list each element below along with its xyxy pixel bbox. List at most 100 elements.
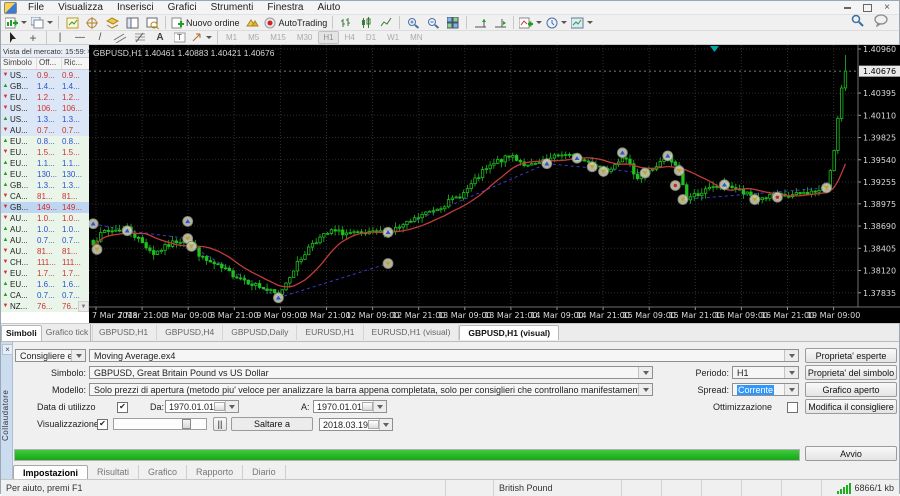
to-date-field[interactable]: 1970.01.01 [313,400,387,413]
data-window-toggle-button[interactable] [122,15,142,30]
chart-tab[interactable]: GBPUSD,Daily [223,325,298,340]
menu-item-visualizza[interactable]: Visualizza [51,2,110,13]
channel-tool-button[interactable] [110,30,130,45]
use-date-checkbox[interactable]: ✔ [117,402,128,413]
timeframe-button-h4[interactable]: H4 [340,31,360,44]
tester-tab-risultati[interactable]: Risultati [88,465,140,480]
tester-tab-impostazioni[interactable]: Impostazioni [13,465,89,480]
slider-thumb[interactable] [182,419,191,429]
market-watch-row[interactable]: ▲ CA... 0.7... 0.7... [1,290,89,301]
timeframe-button-d1[interactable]: D1 [361,31,381,44]
market-watch-row[interactable]: ▲ EU... 1.1... 1.1... [1,158,89,169]
column-symbol[interactable]: Simbolo [1,58,37,69]
market-watch-row[interactable]: ▼ NZ... 76... 76... [1,301,89,312]
trendline-tool-button[interactable]: / [90,30,110,45]
market-watch-row[interactable]: ▲ EU... 1.6... 1.6... [1,279,89,290]
model-combobox[interactable]: Solo prezzi di apertura (metodo piu' vel… [89,383,653,396]
skip-date-field[interactable]: 2018.03.19 [319,418,393,431]
menu-item-finestra[interactable]: Finestra [260,2,310,13]
market-watch-row[interactable]: ▼ CH... 111... 111... [1,257,89,268]
market-watch-row[interactable]: ▲ EU... 130... 130... [1,169,89,180]
market-watch-row[interactable]: ▲ GB... 1.4... 1.4... [1,81,89,92]
timeframe-button-m1[interactable]: M1 [221,31,242,44]
visual-speed-slider[interactable] [113,418,207,430]
modify-expert-button[interactable]: Modifica il consigliere [805,399,897,414]
market-watch-row[interactable]: ▼ EU... 1.2... 1.2... [1,92,89,103]
chart-tab[interactable]: GBPUSD,H4 [157,325,224,340]
menu-item-aiuto[interactable]: Aiuto [310,2,347,13]
text-tool-button[interactable]: A [150,30,170,45]
tile-windows-button[interactable] [443,15,463,30]
tester-tab-diario[interactable]: Diario [243,465,286,480]
market-watch-row[interactable]: ▼ US... 0.9... 0.9... [1,70,89,81]
tester-tab-grafico[interactable]: Grafico [139,465,188,480]
timeframe-button-m5[interactable]: M5 [243,31,264,44]
terminal-toggle-button[interactable] [102,15,122,30]
market-watch-row[interactable]: ▲ EU... 0.8... 0.8... [1,136,89,147]
market-watch-row[interactable]: ▼ EU... 1.5... 1.5... [1,147,89,158]
expert-type-combobox[interactable]: Consigliere esperto [15,349,86,362]
line-chart-mode-button[interactable] [376,15,396,30]
restore-button[interactable] [861,3,873,12]
periods-button[interactable] [544,15,569,30]
close-button[interactable]: × [881,2,893,13]
market-watch-row[interactable]: ▼ US... 106... 106... [1,103,89,114]
crosshair-tool-button[interactable]: + [23,30,43,45]
chart-tab[interactable]: EURUSD,H1 (visual) [364,325,460,340]
templates-button[interactable] [569,15,595,30]
optimization-checkbox[interactable] [787,402,798,413]
market-watch-toggle-button[interactable] [62,15,82,30]
autotrading-button[interactable]: AutoTrading [262,15,330,30]
metaeditor-button[interactable] [242,15,262,30]
timeframe-button-h1[interactable]: H1 [318,31,339,44]
fibonacci-tool-button[interactable] [130,30,150,45]
menu-item-inserisci[interactable]: Inserisci [110,2,161,13]
new-order-button[interactable]: Nuovo ordine [169,15,242,30]
timeframe-button-w1[interactable]: W1 [382,31,404,44]
market-watch-row[interactable]: ▼ AU... 81... 81... [1,246,89,257]
vertical-line-tool-button[interactable]: | [50,30,70,45]
candlestick-mode-button[interactable] [356,15,376,30]
chart-tab[interactable]: EURUSD,H1 [297,325,364,340]
market-watch-row[interactable]: ▼ EU... 1.7... 1.7... [1,268,89,279]
skip-to-button[interactable]: Saltare a [231,417,313,431]
symbol-properties-button[interactable]: Proprieta' del simbolo [805,365,897,380]
zoom-out-button[interactable] [423,15,443,30]
timeframe-button-m15[interactable]: M15 [265,31,291,44]
tester-tab-rapporto[interactable]: Rapporto [187,465,244,480]
navigator-toggle-button[interactable] [82,15,102,30]
strategy-tester-toggle-button[interactable] [142,15,162,30]
arrows-tool-button[interactable] [190,30,214,45]
expert-properties-button[interactable]: Proprieta' esperte [805,348,897,363]
pause-button[interactable]: || [213,417,227,431]
menu-item-file[interactable]: File [21,2,51,13]
indicators-button[interactable] [517,15,544,30]
market-watch-row[interactable]: ▼ CA... 81... 81... [1,191,89,202]
tester-close-icon[interactable]: × [2,344,13,355]
profiles-button[interactable] [29,15,55,30]
market-watch-row[interactable]: ▲ GB... 1.3... 1.3... [1,180,89,191]
chart-shift-button[interactable] [490,15,510,30]
timeframe-button-mn[interactable]: MN [405,31,427,44]
start-button[interactable]: Avvio [805,446,897,461]
expert-name-combobox[interactable]: Moving Average.ex4 [89,349,799,362]
cursor-tool-button[interactable] [3,30,23,45]
market-watch-row[interactable]: ▼ AU... 0.7... 0.7... [1,125,89,136]
scroll-down-icon[interactable]: ▼ [78,301,89,312]
column-ask[interactable]: Ric... [62,58,85,69]
market-watch-row[interactable]: ▲ AU... 0.7... 0.7... [1,235,89,246]
text-label-tool-button[interactable]: T [170,30,190,45]
new-chart-button[interactable] [3,15,29,30]
from-date-field[interactable]: 1970.01.01 [165,400,239,413]
price-chart-svg[interactable]: 7 Mar 20187 Mar 21:008 Mar 09:008 Mar 21… [89,45,900,323]
market-watch-row[interactable]: ▼ GB... 149... 149... [1,202,89,213]
visual-mode-checkbox[interactable]: ✔ [97,419,108,430]
period-combobox[interactable]: H1 [732,366,799,379]
bar-chart-mode-button[interactable] [336,15,356,30]
chat-icon[interactable] [874,13,889,32]
minimize-button[interactable] [841,3,853,12]
open-chart-button[interactable]: Grafico aperto [805,382,897,397]
market-watch-row[interactable]: ▼ AU... 1.0... 1.0... [1,213,89,224]
market-watch-row[interactable]: ▲ AU... 1.0... 1.0... [1,224,89,235]
horizontal-line-tool-button[interactable]: — [70,30,90,45]
